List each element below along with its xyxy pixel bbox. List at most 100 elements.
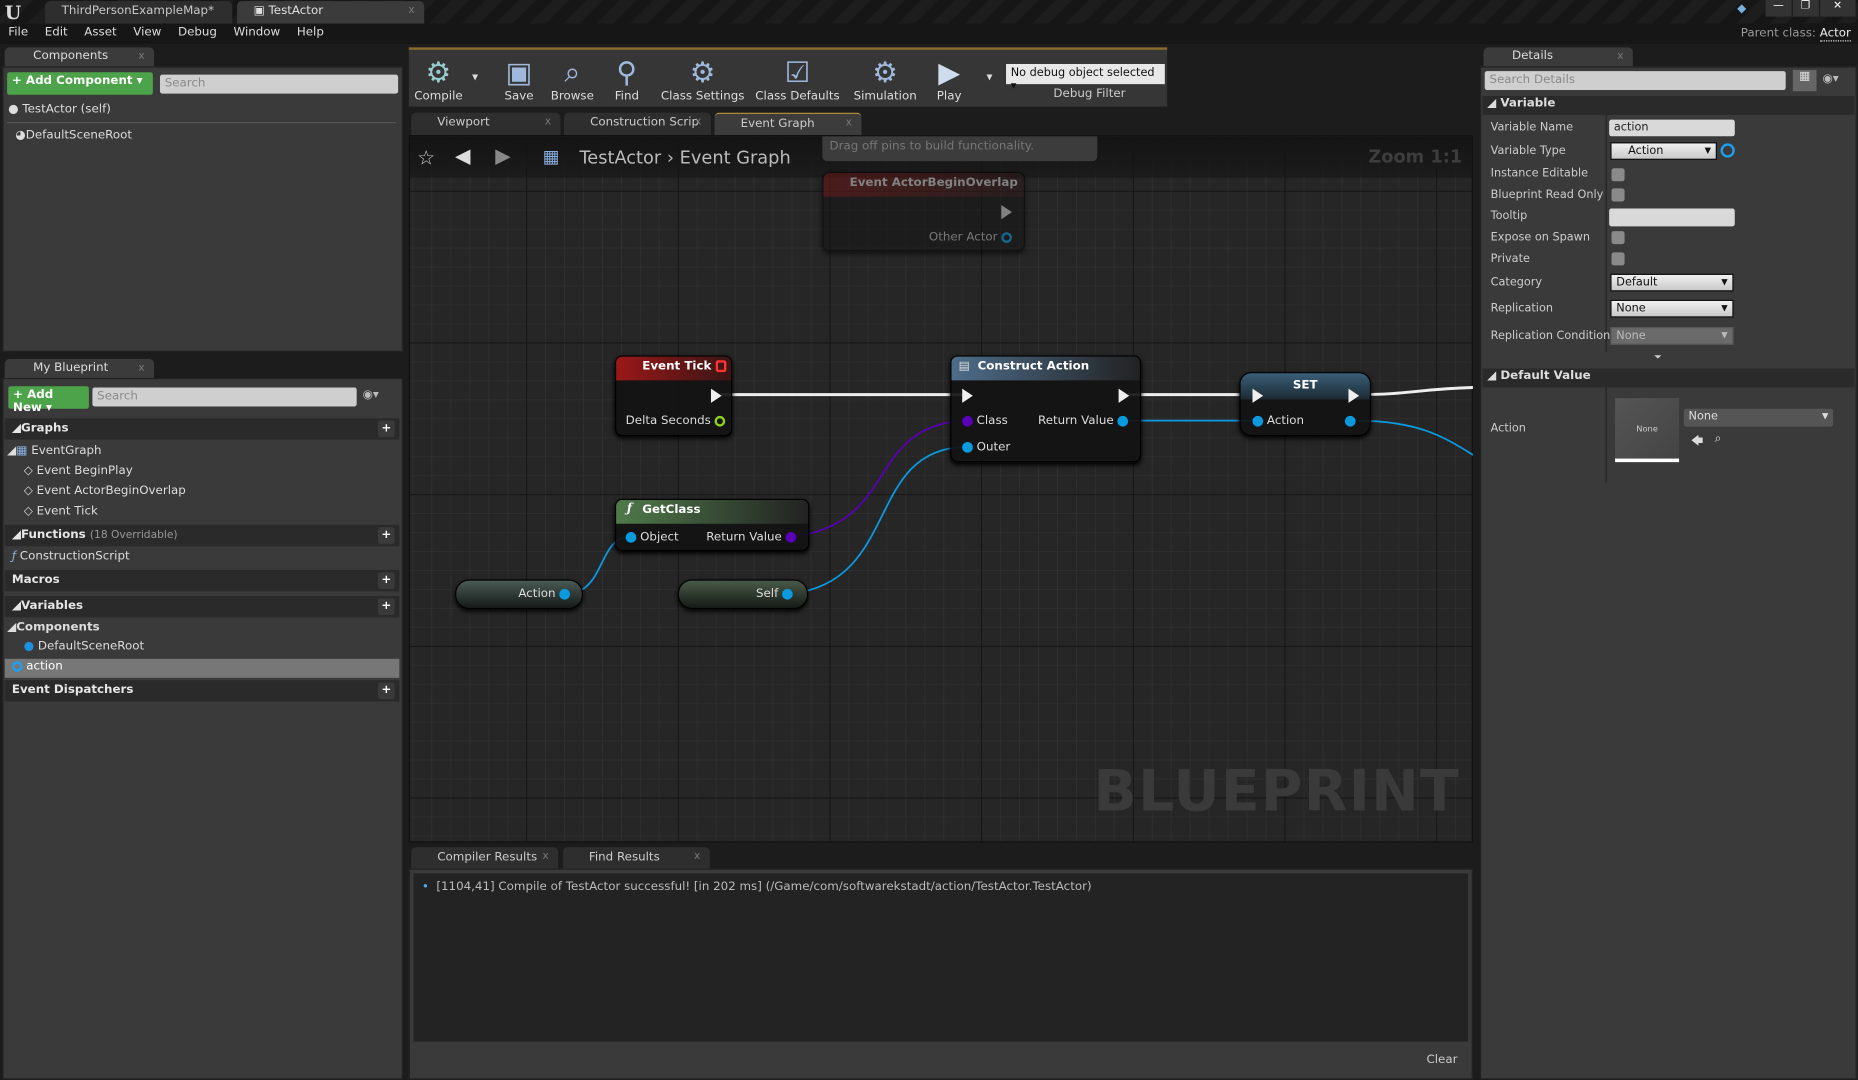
variables-section[interactable]: ◢Variables + (4, 596, 400, 618)
play-button[interactable]: ▶ Play (928, 52, 971, 107)
save-button[interactable]: ▣ Save (499, 52, 539, 107)
event-beginplay-item[interactable]: ◇ Event BeginPlay (24, 465, 133, 478)
menu-window[interactable]: Window (225, 24, 288, 42)
view-options-icon[interactable]: ◉▾ (1822, 72, 1838, 85)
object-pin[interactable]: Object (625, 531, 679, 544)
node-get-action[interactable]: Action (455, 579, 583, 610)
menu-debug[interactable]: Debug (170, 24, 226, 42)
node-event-tick[interactable]: Event Tick Delta Seconds (614, 355, 733, 437)
parent-class-link[interactable]: Actor (1819, 27, 1851, 42)
component-default-scene-root[interactable]: ◕DefaultSceneRoot (15, 129, 132, 142)
category-dropdown[interactable]: Default (1610, 273, 1734, 292)
details-search-input[interactable]: Search Details (1484, 71, 1786, 91)
menu-edit[interactable]: Edit (36, 24, 76, 42)
minimize-button[interactable]: — (1765, 0, 1792, 17)
replication-condition-dropdown[interactable]: None (1610, 327, 1734, 345)
variable-type-dropdown[interactable]: Action (1610, 142, 1717, 160)
variable-section[interactable]: ◢ Variable (1482, 95, 1855, 115)
exec-out-pin[interactable] (1348, 388, 1360, 403)
add-graph-button[interactable]: + (377, 420, 395, 438)
action-output-pin[interactable] (1344, 415, 1356, 428)
node-getclass[interactable]: ƒ GetClass Object Return Value (614, 498, 810, 552)
container-type-icon[interactable] (1720, 143, 1735, 158)
my-blueprint-search-input[interactable]: Search (92, 387, 357, 407)
tab-compiler-results[interactable]: Compiler Results x (411, 847, 559, 870)
exec-out-pin[interactable] (710, 388, 722, 403)
property-matrix-button[interactable]: ▦ (1792, 69, 1817, 92)
add-function-button[interactable]: + (377, 527, 395, 544)
find-button[interactable]: ⚲ Find (606, 52, 649, 107)
menu-file[interactable]: File (0, 24, 36, 42)
add-macro-button[interactable]: + (377, 572, 395, 589)
clear-button[interactable]: Clear (1426, 1053, 1457, 1066)
components-search-input[interactable]: Search (159, 74, 399, 94)
doc-tab-map[interactable]: ThirdPersonExampleMap* (45, 1, 233, 24)
self-pin[interactable]: Self (756, 588, 793, 601)
private-checkbox[interactable] (1611, 252, 1625, 266)
expose-on-spawn-checkbox[interactable] (1611, 231, 1625, 245)
node-set-action[interactable]: SET Action (1239, 372, 1371, 437)
forward-arrow-icon[interactable]: ▶ (495, 145, 510, 169)
action-getter-pin[interactable]: Action (518, 588, 570, 601)
exec-out-pin[interactable] (1001, 204, 1012, 220)
default-value-dropdown[interactable]: None ▼ (1683, 408, 1834, 427)
components-tab[interactable]: Components x (4, 47, 155, 68)
class-settings-button[interactable]: ⚙ Class Settings (660, 52, 745, 107)
tab-construction-script[interactable]: Construction Scrip x (564, 112, 711, 136)
node-construct-action[interactable]: ▤ Construct Action Class Return Value Out… (950, 355, 1142, 463)
favorite-star-icon[interactable]: ☆ (417, 147, 435, 171)
component-self[interactable]: ● TestActor (self) (8, 103, 111, 116)
read-only-checkbox[interactable] (1611, 188, 1625, 202)
default-scene-root-var[interactable]: ● DefaultSceneRoot (24, 640, 144, 653)
class-pin[interactable]: Class (962, 415, 1008, 428)
expand-advanced-icon[interactable]: ⏷ (1654, 352, 1662, 364)
instance-editable-checkbox[interactable] (1611, 168, 1625, 182)
construction-script-item[interactable]: ƒ ConstructionScript (12, 550, 130, 563)
compile-button[interactable]: ⚙ Compile (411, 52, 466, 107)
view-options-icon[interactable]: ◉▾ (363, 389, 379, 402)
details-tab[interactable]: Details x (1483, 47, 1633, 68)
node-event-actor-begin-overlap[interactable]: Event ActorBeginOverlap Other Actor (822, 171, 1025, 252)
action-input-pin[interactable]: Action (1252, 415, 1304, 428)
exec-in-pin[interactable] (962, 388, 973, 403)
functions-section[interactable]: ◢Functions (18 Overridable) + (4, 524, 400, 547)
simulation-button[interactable]: ⚙ Simulation (852, 52, 918, 107)
add-variable-button[interactable]: + (377, 598, 395, 615)
action-variable-item[interactable]: action (4, 658, 400, 678)
getclass-return-pin[interactable]: Return Value (706, 531, 797, 544)
add-component-button[interactable]: + Add Component ▾ (7, 72, 153, 95)
event-tick-item[interactable]: ◇ Event Tick (24, 505, 98, 518)
debug-object-select[interactable]: No debug object selected ▾ (1006, 63, 1165, 92)
doc-tab-testactor[interactable]: ▣ TestActor x (236, 1, 425, 24)
breadcrumb-root[interactable]: TestActor (579, 147, 661, 168)
add-new-button[interactable]: + Add New ▾ (8, 386, 89, 415)
learn-icon[interactable]: ◆ (1737, 2, 1746, 15)
menu-help[interactable]: Help (289, 24, 333, 42)
return-value-pin[interactable]: Return Value (1038, 415, 1129, 428)
add-dispatcher-button[interactable]: + (377, 682, 395, 700)
exec-in-pin[interactable] (1252, 388, 1264, 403)
tab-viewport[interactable]: Viewport x (411, 112, 561, 136)
delta-seconds-pin[interactable]: Delta Seconds (626, 415, 726, 428)
delegate-pin[interactable] (715, 360, 727, 373)
event-overlap-item[interactable]: ◇ Event ActorBeginOverlap (24, 485, 186, 498)
browse-button[interactable]: ⌕ Browse (546, 52, 598, 107)
log-entry[interactable]: • [1104,41] Compile of TestActor success… (422, 880, 1092, 893)
macros-section[interactable]: Macros + (4, 569, 400, 592)
menu-asset[interactable]: Asset (76, 24, 125, 42)
back-arrow-icon[interactable]: ◀ (455, 145, 470, 169)
close-icon[interactable]: x (138, 51, 144, 63)
menu-view[interactable]: View (125, 24, 170, 42)
replication-dropdown[interactable]: None (1610, 299, 1734, 318)
tooltip-input[interactable] (1609, 208, 1735, 227)
tab-find-results[interactable]: Find Results x (562, 847, 710, 870)
default-value-section[interactable]: ◢ Default Value (1482, 368, 1855, 388)
other-actor-pin[interactable]: Other Actor (929, 231, 1012, 244)
close-icon[interactable]: x (138, 363, 144, 375)
exec-out-pin[interactable] (1118, 388, 1130, 403)
asset-thumbnail[interactable]: None (1615, 398, 1680, 463)
variable-name-input[interactable]: action (1609, 119, 1735, 137)
close-window-button[interactable]: ✕ (1819, 0, 1856, 17)
close-icon[interactable]: x (408, 5, 414, 17)
node-self[interactable]: Self (677, 579, 809, 610)
